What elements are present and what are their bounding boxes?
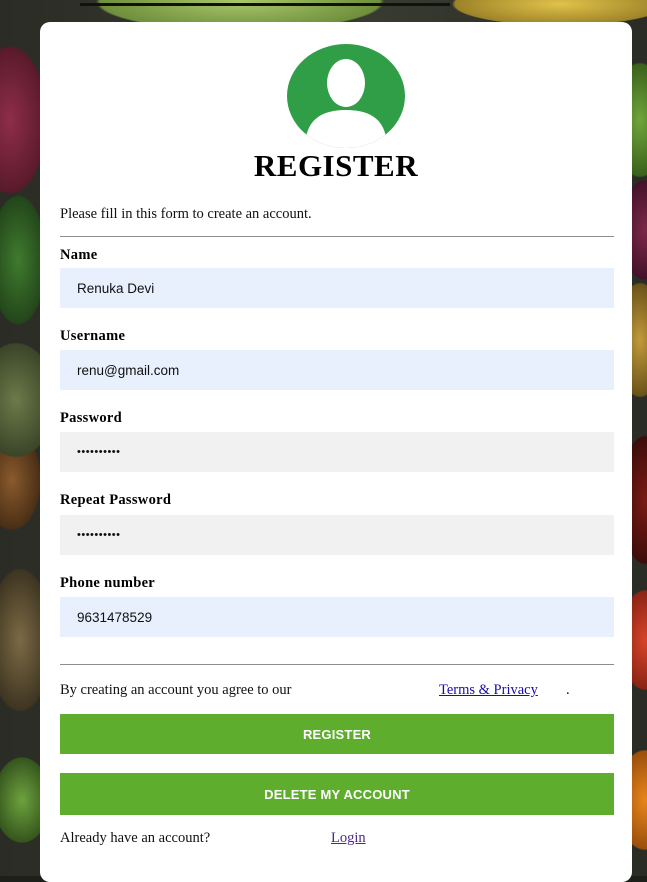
phone-input[interactable] [60, 597, 614, 637]
username-label: Username [60, 328, 126, 344]
have-account-text: Already have an account? [60, 830, 211, 846]
delete-account-button[interactable]: DELETE MY ACCOUNT [60, 773, 614, 815]
divider [60, 664, 614, 665]
password-input[interactable] [60, 432, 614, 472]
name-input[interactable] [60, 268, 614, 308]
repeat-password-label: Repeat Password [60, 492, 172, 508]
divider [60, 236, 614, 237]
user-avatar-icon [287, 44, 405, 148]
page-title: REGISTER [253, 148, 419, 183]
phone-label: Phone number [60, 575, 156, 591]
top-divider [80, 3, 450, 6]
terms-period: . [566, 682, 570, 698]
repeat-password-input[interactable] [60, 515, 614, 555]
name-label: Name [60, 247, 98, 263]
password-label: Password [60, 410, 123, 426]
form-intro-text: Please fill in this form to create an ac… [60, 206, 312, 222]
terms-privacy-link[interactable]: Terms & Privacy [439, 680, 538, 700]
register-button[interactable]: REGISTER [60, 714, 614, 754]
username-input[interactable] [60, 350, 614, 390]
agreement-text: By creating an account you agree to our [60, 682, 292, 698]
login-link[interactable]: Login [331, 828, 366, 848]
